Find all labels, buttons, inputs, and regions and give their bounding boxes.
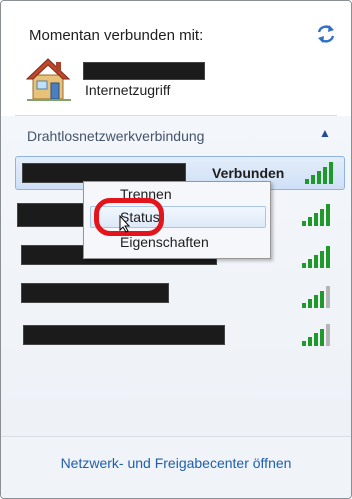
network-name-redacted <box>17 203 85 227</box>
section-title: Drahtlosnetzwerkverbindung <box>27 128 205 144</box>
connection-type-label: Internetzugriff <box>85 82 171 98</box>
network-name-redacted <box>23 325 225 345</box>
network-row[interactable] <box>15 281 345 315</box>
menu-item-eigenschaften[interactable]: Eigenschaften <box>120 234 209 250</box>
signal-strength-icon <box>302 286 330 308</box>
house-network-icon <box>25 58 71 101</box>
connected-network-name-redacted <box>83 62 205 80</box>
mouse-cursor-icon <box>119 215 131 233</box>
network-row[interactable] <box>15 319 345 353</box>
signal-strength-icon <box>305 162 333 184</box>
signal-strength-icon <box>302 324 330 346</box>
footer: Netzwerk- und Freigabecenter öffnen <box>1 437 351 498</box>
network-status: Verbunden <box>212 165 285 181</box>
chevron-up-icon[interactable]: ▲ <box>319 126 331 140</box>
network-flyout: Momentan verbunden mit: Internetzugriff … <box>0 0 352 499</box>
network-name-redacted <box>21 283 169 303</box>
signal-strength-icon <box>302 246 330 268</box>
current-connection-panel: Momentan verbunden mit: Internetzugriff <box>1 1 351 115</box>
connected-heading: Momentan verbunden mit: <box>29 27 204 44</box>
signal-strength-icon <box>302 204 330 226</box>
network-center-link[interactable]: Netzwerk- und Freigabecenter öffnen <box>1 455 351 471</box>
refresh-icon[interactable] <box>315 23 337 45</box>
network-name-redacted <box>22 163 186 183</box>
